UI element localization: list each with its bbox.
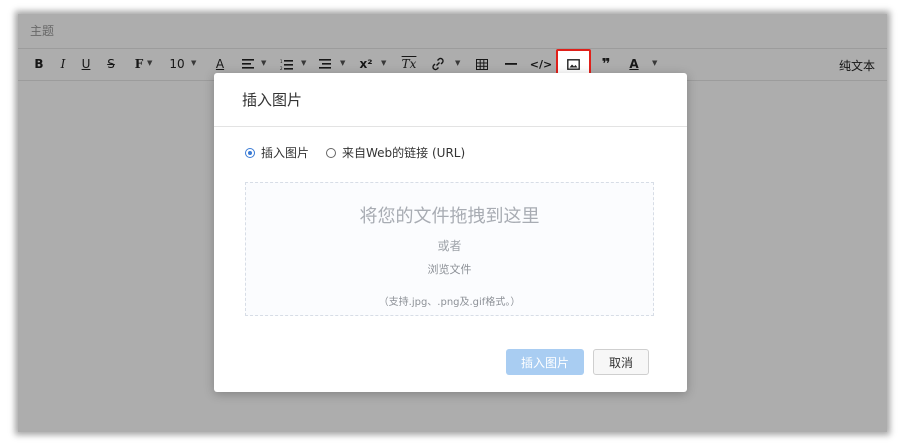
radio-unchecked-icon[interactable] <box>326 147 337 158</box>
radio-label: 插入图片 <box>261 146 310 160</box>
file-dropzone[interactable]: 将您的文件拖拽到这里 或者 浏览文件 （支持.jpg、.png及.gif格式。） <box>245 182 654 316</box>
dialog-header: 插入图片 <box>214 73 687 127</box>
radio-web-url[interactable]: 来自Web的链接 (URL) <box>326 144 465 161</box>
radio-label: 来自Web的链接 (URL) <box>342 146 466 160</box>
editor-window: B I U S F ▼ 10 ▼ A ▼ 12 ▼ ▼ x² ▼ Tx ▼ <box>18 14 887 432</box>
insert-image-dialog: 插入图片 插入图片 来自Web的链接 (URL) 将您的文件拖拽到这里 或者 浏… <box>214 73 687 392</box>
browse-files-link[interactable]: 浏览文件 <box>428 261 472 277</box>
dropzone-or-text: 或者 <box>437 239 462 253</box>
source-radio-group: 插入图片 来自Web的链接 (URL) <box>245 144 482 161</box>
dialog-title: 插入图片 <box>242 91 303 109</box>
cancel-button[interactable]: 取消 <box>593 349 649 375</box>
radio-checked-icon[interactable] <box>245 147 255 158</box>
radio-upload-image[interactable]: 插入图片 <box>245 144 309 161</box>
dropzone-title: 将您的文件拖拽到这里 <box>359 206 540 227</box>
image-icon <box>567 59 580 70</box>
insert-image-confirm-button[interactable]: 插入图片 <box>506 349 584 375</box>
supported-formats-hint: （支持.jpg、.png及.gif格式。） <box>378 297 521 308</box>
